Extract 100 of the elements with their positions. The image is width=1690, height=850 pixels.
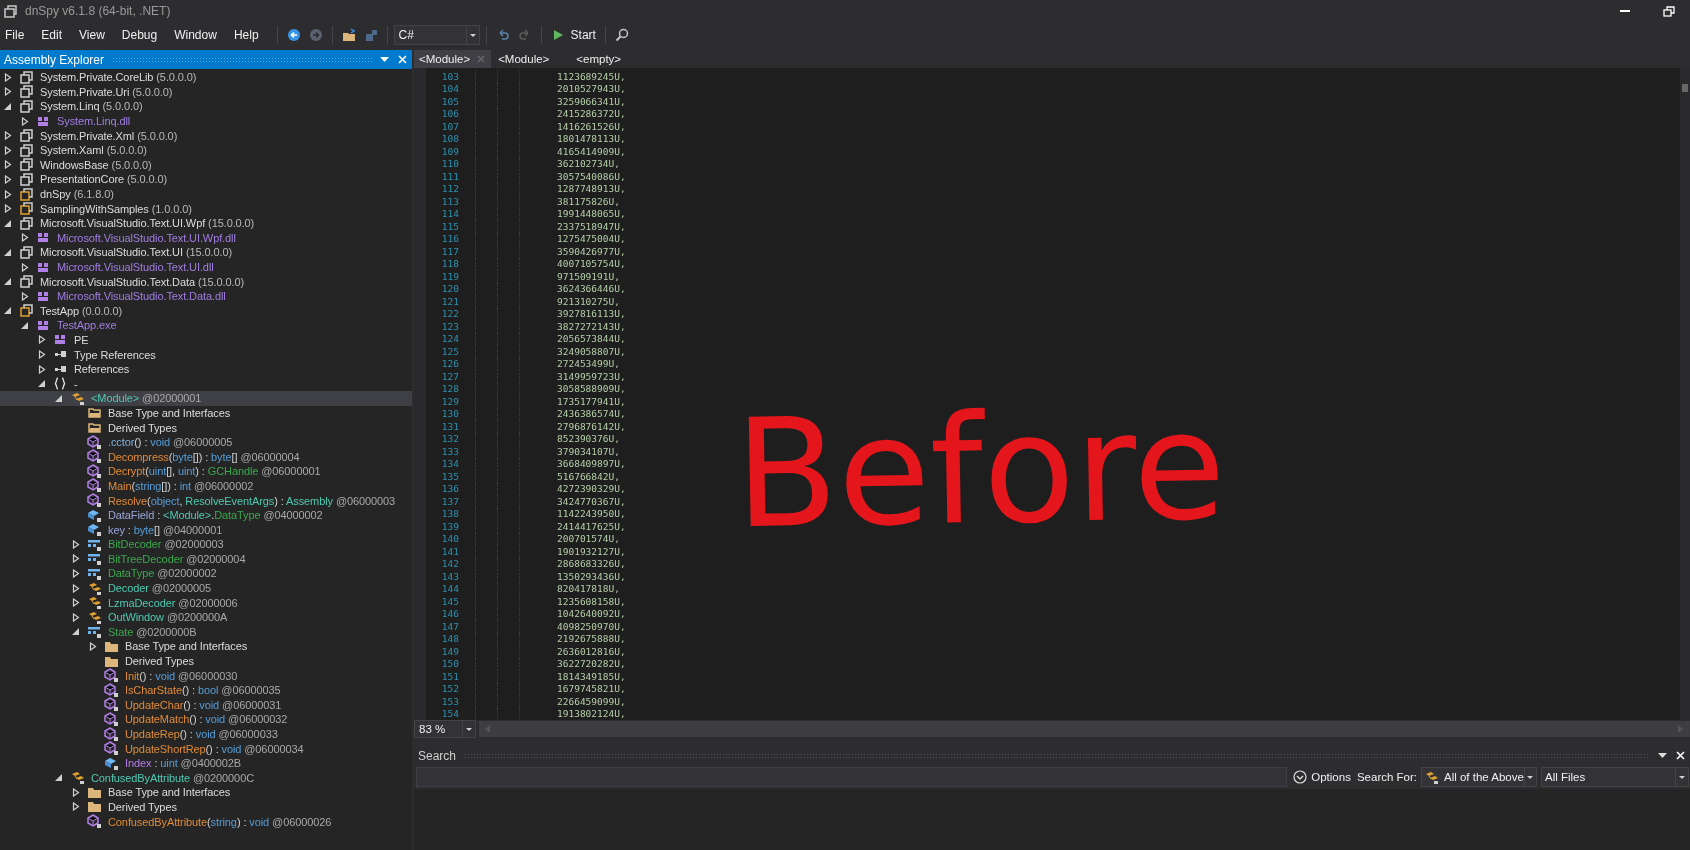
tree-item[interactable]: dnSpy (6.1.8.0) (0, 186, 412, 202)
tree-item[interactable]: Decompress(byte[]) : byte[] @06000004 (0, 449, 412, 465)
expanded-arrow-icon[interactable] (55, 773, 63, 783)
collapsed-arrow-icon[interactable] (21, 262, 29, 272)
tree-item[interactable]: PresentationCore (5.0.0.0) (0, 172, 412, 187)
tree-item[interactable]: System.Private.CoreLib (5.0.0.0) (0, 70, 412, 85)
scope-dropdown[interactable]: All Files (1541, 767, 1689, 787)
collapsed-arrow-icon[interactable] (4, 189, 12, 199)
collapsed-arrow-icon[interactable] (4, 160, 12, 170)
menu-item[interactable]: Window (171, 26, 226, 44)
collapsed-arrow-icon[interactable] (72, 802, 80, 812)
tree-item[interactable]: UpdateMatch() : void @06000032 (0, 712, 412, 727)
tree-item[interactable]: WindowsBase (5.0.0.0) (0, 157, 412, 173)
collapsed-arrow-icon[interactable] (89, 641, 97, 651)
collapsed-arrow-icon[interactable] (4, 145, 12, 155)
tree-item[interactable]: Derived Types (0, 420, 412, 435)
language-dropdown[interactable]: C# (393, 25, 480, 45)
tree-item[interactable]: Type References (0, 347, 412, 362)
start-button[interactable]: Start (547, 26, 599, 44)
collapsed-arrow-icon[interactable] (38, 335, 46, 345)
menu-item[interactable]: Debug (118, 26, 167, 44)
tree-item[interactable]: BitTreeDecoder @02000004 (0, 551, 412, 567)
vertical-scrollbar[interactable] (1680, 68, 1690, 720)
tree-item[interactable]: Main(string[]) : int @06000002 (0, 478, 412, 494)
editor-tab[interactable]: <empty> (571, 50, 642, 68)
editor-tab[interactable]: <Module> (414, 50, 492, 68)
tree-item[interactable]: SamplingWithSamples (1.0.0.0) (0, 201, 412, 216)
tree-item[interactable]: Microsoft.VisualStudio.Text.UI.Wpf.dll (0, 230, 412, 246)
collapsed-arrow-icon[interactable] (38, 364, 46, 374)
tree-item[interactable]: Decoder @02000005 (0, 580, 412, 596)
collapsed-arrow-icon[interactable] (72, 569, 80, 578)
expanded-arrow-icon[interactable] (4, 247, 12, 257)
tree-item[interactable]: TestApp (0.0.0.0) (0, 303, 412, 319)
tree-item[interactable]: DataField : <Module>.DataType @04000002 (0, 507, 412, 523)
menu-item[interactable]: Edit (38, 26, 72, 44)
collapsed-arrow-icon[interactable] (4, 72, 12, 82)
collapsed-arrow-icon[interactable] (72, 539, 80, 549)
collapsed-arrow-icon[interactable] (21, 233, 29, 243)
tree-item[interactable]: Base Type and Interfaces (0, 405, 412, 421)
collapsed-arrow-icon[interactable] (4, 131, 12, 141)
collapsed-arrow-icon[interactable] (38, 350, 46, 360)
tree-item[interactable]: ConfusedByAttribute @0200000C (0, 770, 412, 786)
expanded-arrow-icon[interactable] (38, 379, 46, 389)
search-for-dropdown[interactable]: All of the Above (1421, 767, 1537, 787)
tree-item[interactable]: System.Private.Uri (5.0.0.0) (0, 84, 412, 100)
collapsed-arrow-icon[interactable] (72, 787, 80, 797)
menu-item[interactable]: Help (230, 26, 268, 44)
close-icon[interactable] (1675, 750, 1686, 761)
menu-item[interactable]: View (76, 26, 114, 44)
tree-item[interactable]: <Module> @02000001 (0, 391, 412, 406)
collapsed-arrow-icon[interactable] (72, 612, 80, 622)
collapsed-arrow-icon[interactable] (21, 116, 29, 126)
tree-item[interactable]: OutWindow @0200000A (0, 609, 412, 625)
expanded-arrow-icon[interactable] (4, 102, 12, 111)
editor-tab[interactable]: <Module> (493, 50, 570, 68)
tree-item[interactable]: IsCharState() : bool @06000035 (0, 682, 412, 698)
tree-item[interactable]: Decrypt(uint[], uint) : GCHandle @06000001 (0, 464, 412, 479)
tree-item[interactable]: Derived Types (0, 653, 412, 669)
tree-item[interactable]: UpdateShortRep() : void @06000034 (0, 741, 412, 756)
dropdown-icon[interactable] (1658, 752, 1667, 759)
collapsed-arrow-icon[interactable] (72, 554, 80, 564)
tree-item[interactable]: State @0200000B (0, 624, 412, 640)
tree-item[interactable]: System.Linq (5.0.0.0) (0, 99, 412, 114)
options-button[interactable]: Options (1291, 770, 1353, 784)
tree-item[interactable]: System.Xaml (5.0.0.0) (0, 142, 412, 158)
tree-item[interactable]: Microsoft.VisualStudio.Text.Data.dll (0, 288, 412, 304)
tree-item[interactable]: - (0, 376, 412, 392)
expanded-arrow-icon[interactable] (4, 218, 12, 228)
tree-item[interactable]: Microsoft.VisualStudio.Text.UI.dll (0, 259, 412, 275)
expanded-arrow-icon[interactable] (4, 306, 12, 316)
expanded-arrow-icon[interactable] (21, 320, 29, 330)
zoom-dropdown[interactable]: 83 % (414, 720, 476, 738)
tree-item[interactable]: ConfusedByAttribute(string) : void @06000026 (0, 814, 412, 829)
tree-item[interactable]: Microsoft.VisualStudio.Text.UI (15.0.0.0) (0, 245, 412, 260)
collapsed-arrow-icon[interactable] (21, 291, 29, 301)
collapsed-arrow-icon[interactable] (4, 87, 12, 97)
tree-item[interactable]: key : byte[] @04000001 (0, 522, 412, 537)
tree-item[interactable]: System.Private.Xml (5.0.0.0) (0, 128, 412, 143)
tree-item[interactable]: References (0, 361, 412, 377)
tree-item[interactable]: DataType @02000002 (0, 566, 412, 581)
tree-item[interactable]: BitDecoder @02000003 (0, 537, 412, 552)
scrollbar-thumb[interactable] (1682, 84, 1688, 92)
tree-item[interactable]: UpdateRep() : void @06000033 (0, 726, 412, 742)
expanded-arrow-icon[interactable] (4, 277, 12, 287)
tree-item[interactable]: Microsoft.VisualStudio.Text.Data (15.0.0.0) (0, 274, 412, 289)
tree-item[interactable]: System.Linq.dll (0, 113, 412, 129)
tree-item[interactable]: Base Type and Interfaces (0, 639, 412, 654)
tree-item[interactable]: UpdateChar() : void @06000031 (0, 697, 412, 713)
tree-item[interactable]: Microsoft.VisualStudio.Text.UI.Wpf (15.0.0.0) (0, 215, 412, 231)
menu-item[interactable]: File (2, 26, 34, 44)
tree-item[interactable]: LzmaDecoder @02000006 (0, 595, 412, 610)
expanded-arrow-icon[interactable] (55, 393, 63, 403)
tree-item[interactable]: TestApp.exe (0, 318, 412, 333)
tree-item[interactable]: .cctor() : void @06000005 (0, 434, 412, 450)
expanded-arrow-icon[interactable] (72, 627, 80, 637)
tree-item[interactable]: Derived Types (0, 799, 412, 815)
tree-item[interactable]: Init() : void @06000030 (0, 668, 412, 683)
collapsed-arrow-icon[interactable] (4, 204, 12, 214)
collapsed-arrow-icon[interactable] (72, 598, 80, 608)
dropdown-icon[interactable] (380, 56, 389, 63)
